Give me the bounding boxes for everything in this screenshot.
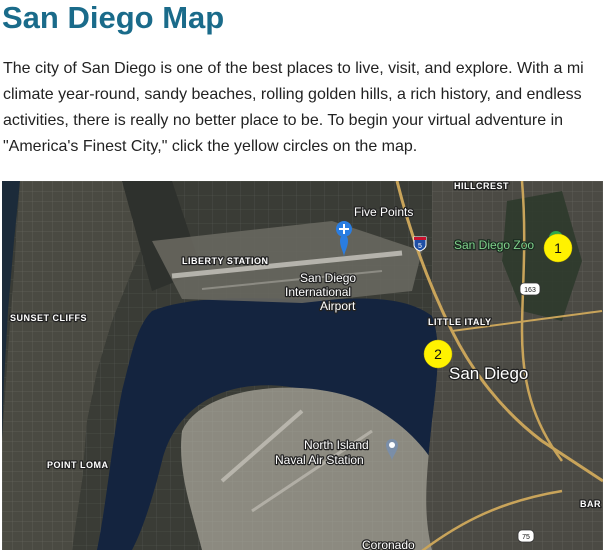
satellite-map[interactable]: HILLCREST Five Points San Diego Zoo LIBE… bbox=[2, 181, 603, 550]
map-label-sunset-cliffs: SUNSET CLIFFS bbox=[10, 313, 87, 323]
interstate-5-label: 5 bbox=[418, 243, 422, 250]
map-label-airport-line2: International bbox=[285, 285, 351, 299]
intro-line: activities, there is really no better pl… bbox=[3, 112, 564, 129]
intro-paragraph: The city of San Diego is one of the best… bbox=[3, 56, 603, 160]
map-label-airport-line3: Airport bbox=[320, 299, 356, 313]
sr-163-label: 163 bbox=[524, 287, 536, 294]
map-marker-2[interactable]: 2 bbox=[423, 339, 453, 369]
map-label-san-diego-zoo: San Diego Zoo bbox=[454, 238, 534, 252]
map-label-five-points: Five Points bbox=[354, 205, 413, 219]
sr-75-label: 75 bbox=[522, 534, 530, 541]
sr-163-shield: 163 bbox=[519, 282, 541, 296]
map-label-point-loma: POINT LOMA bbox=[47, 460, 109, 470]
page-title: San Diego Map bbox=[2, 0, 225, 35]
sr-75-shield: 75 bbox=[517, 529, 535, 543]
map-label-little-italy: LITTLE ITALY bbox=[428, 317, 492, 327]
map-label-coronado: Coronado bbox=[362, 538, 415, 550]
map-label-liberty-station: LIBERTY STATION bbox=[182, 256, 269, 266]
map-marker-1[interactable]: 1 bbox=[543, 233, 573, 263]
map-marker-1-number: 1 bbox=[554, 240, 562, 256]
interstate-5-shield: 5 bbox=[413, 236, 427, 252]
intro-line: climate year-round, sandy beaches, rolli… bbox=[3, 86, 582, 103]
map-label-north-island-line2: Naval Air Station bbox=[275, 453, 364, 467]
map-label-north-island-line1: North Island bbox=[304, 438, 369, 452]
map-label-san-diego: San Diego bbox=[449, 364, 528, 383]
map-label-barrio: BAR bbox=[580, 499, 601, 509]
map-label-hillcrest: HILLCREST bbox=[454, 181, 509, 191]
intro-line: The city of San Diego is one of the best… bbox=[3, 60, 584, 77]
map-marker-2-number: 2 bbox=[434, 346, 442, 362]
map-label-airport-line1: San Diego bbox=[300, 271, 356, 285]
intro-line: "America's Finest City," click the yello… bbox=[3, 138, 418, 155]
